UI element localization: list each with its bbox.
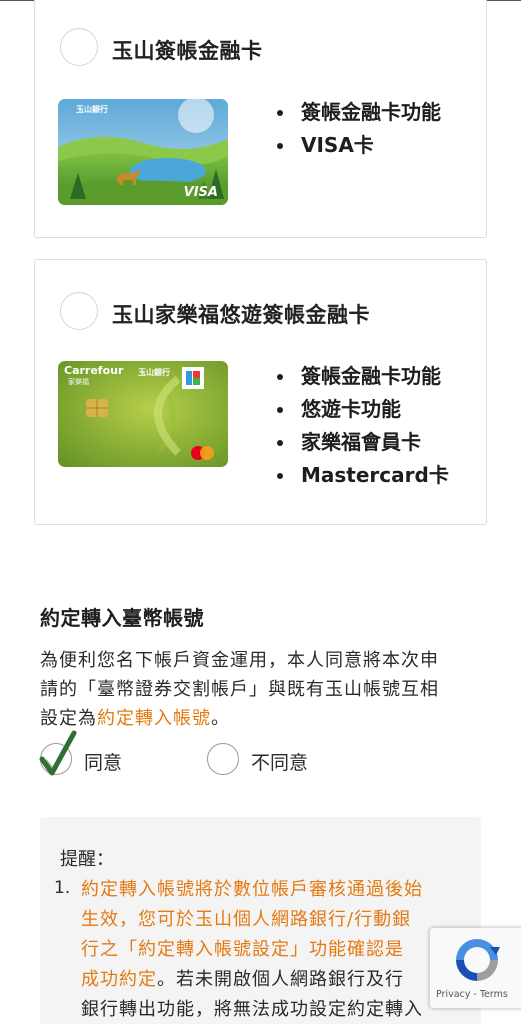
list-item: 簽帳金融卡功能 xyxy=(267,360,449,393)
agree-option[interactable]: 同意 xyxy=(39,730,130,779)
reminder-line: 行之「約定轉入帳號設定」功能確認是 xyxy=(81,939,404,960)
carrefour-logo-text: Carrefour xyxy=(64,364,124,377)
card-option-esun-debit[interactable]: 玉山簽帳金融卡 玉山銀行 VISA 簽帳金融卡功能 VISA卡 xyxy=(34,0,487,238)
card-title: 玉山家樂福悠遊簽帳金融卡 xyxy=(112,303,370,327)
description-line: 請的「臺幣證券交割帳戶」與既有玉山帳號互相 xyxy=(40,679,439,700)
disagree-option[interactable]: 不同意 xyxy=(207,743,327,779)
section-title: 約定轉入臺幣帳號 xyxy=(40,606,204,630)
checkmark-icon xyxy=(39,730,77,776)
reminder-highlight: 成功約定 xyxy=(81,969,157,990)
recaptcha-icon xyxy=(456,939,500,981)
card-bank-logo-text: 玉山銀行 xyxy=(76,105,108,114)
card-image-esun-debit: 玉山銀行 VISA xyxy=(58,99,228,205)
card-features-list: 簽帳金融卡功能 悠遊卡功能 家樂福會員卡 Mastercard卡 xyxy=(267,360,449,492)
page: 玉山簽帳金融卡 玉山銀行 VISA 簽帳金融卡功能 VISA卡 玉山家樂福悠遊簽… xyxy=(0,0,521,1024)
visa-logo: VISA xyxy=(183,185,218,200)
reminder-line: 生效，您可於玉山個人網路銀行/行動銀 xyxy=(81,909,412,930)
list-item: 家樂福會員卡 xyxy=(267,426,449,459)
card-radio-button[interactable] xyxy=(60,292,98,330)
list-item: VISA卡 xyxy=(267,129,441,162)
reminder-item-text: 約定轉入帳號將於數位帳戶審核通過後始 生效，您可於玉山個人網路銀行/行動銀 行之… xyxy=(81,875,481,1024)
card-option-carrefour-easycard[interactable]: 玉山家樂福悠遊簽帳金融卡 Carrefour 家樂福 玉山銀行 簽帳金融卡功能 … xyxy=(34,259,487,525)
reminder-line: 銀行轉出功能，將無法成功設定約定轉入 xyxy=(81,999,423,1020)
reminder-box: 提醒： 1. 約定轉入帳號將於數位帳戶審核通過後始 生效，您可於玉山個人網路銀行… xyxy=(40,817,481,1024)
carrefour-sub-text: 家樂福 xyxy=(68,378,89,386)
disagree-label: 不同意 xyxy=(251,752,309,774)
reminder-title: 提醒： xyxy=(60,849,114,870)
card-features-list: 簽帳金融卡功能 VISA卡 xyxy=(267,96,441,162)
list-item: 悠遊卡功能 xyxy=(267,393,449,426)
card-image-carrefour: Carrefour 家樂福 玉山銀行 xyxy=(58,361,228,467)
disagree-radio[interactable] xyxy=(207,743,239,775)
reminder-line: 約定轉入帳號將於數位帳戶審核通過後始 xyxy=(81,879,423,900)
reminder-text: 。若未開啟個人網路銀行及行 xyxy=(157,969,404,990)
recaptcha-badge[interactable]: Privacy - Terms xyxy=(430,928,521,1008)
reminder-item-number: 1. xyxy=(54,878,71,898)
description-text: 。 xyxy=(211,708,230,729)
description-line: 為便利您名下帳戶資金運用，本人同意將本次申 xyxy=(40,650,439,671)
designated-account-link[interactable]: 約定轉入帳號 xyxy=(97,708,211,729)
agree-label: 同意 xyxy=(84,752,123,774)
card-title: 玉山簽帳金融卡 xyxy=(112,39,263,63)
reminder-line: 成功約定。若未開啟個人網路銀行及行 xyxy=(81,965,481,995)
list-item: Mastercard卡 xyxy=(267,459,449,492)
section-description: 為便利您名下帳戶資金運用，本人同意將本次申 請的「臺幣證券交割帳戶」與既有玉山帳… xyxy=(40,646,485,733)
list-item: 簽帳金融卡功能 xyxy=(267,96,441,129)
description-text: 設定為 xyxy=(40,708,97,729)
card-bank-logo-text: 玉山銀行 xyxy=(138,368,170,377)
card-radio-button[interactable] xyxy=(60,28,98,66)
recaptcha-privacy-terms[interactable]: Privacy - Terms xyxy=(436,989,508,1000)
description-line: 設定為約定轉入帳號。 xyxy=(40,704,485,733)
